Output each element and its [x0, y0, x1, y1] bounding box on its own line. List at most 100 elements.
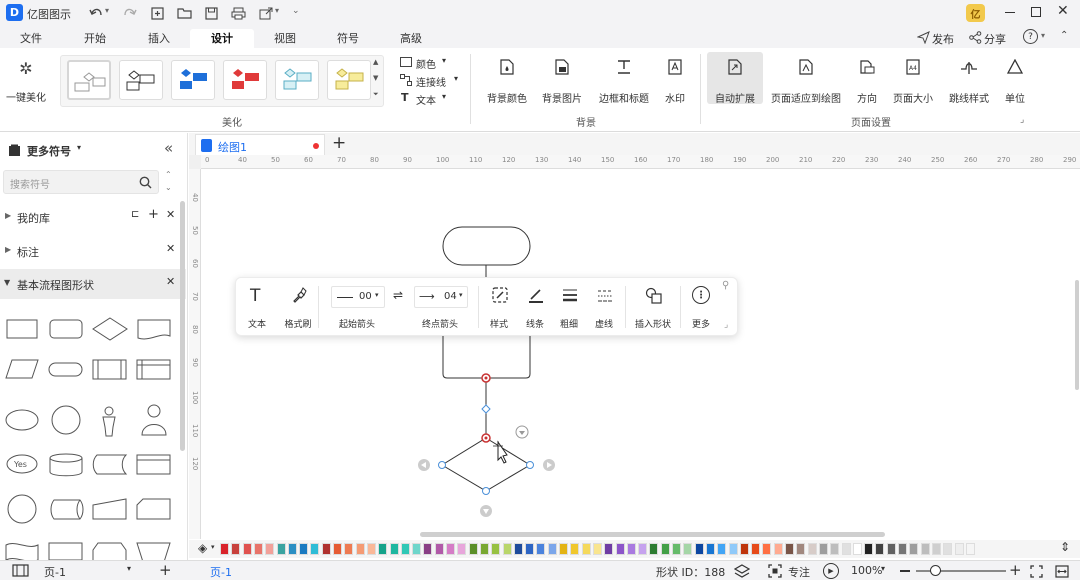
- gallery-expand-icon[interactable]: ⏷: [373, 90, 379, 99]
- quick-add-down-icon[interactable]: [480, 505, 492, 517]
- redo-icon[interactable]: [122, 5, 138, 21]
- auto-expand-button[interactable]: 自动扩展: [707, 52, 763, 105]
- tab-home[interactable]: 开始: [74, 29, 116, 48]
- fit-window-icon[interactable]: [1029, 564, 1043, 578]
- color-swatch[interactable]: [886, 543, 896, 555]
- shape-direct-access[interactable]: [50, 499, 84, 520]
- shape-card[interactable]: [136, 498, 171, 520]
- color-swatch[interactable]: [378, 543, 388, 555]
- color-swatch[interactable]: [920, 543, 930, 555]
- color-swatch[interactable]: [231, 543, 241, 555]
- color-swatch[interactable]: [412, 543, 422, 555]
- color-swatch[interactable]: [649, 543, 659, 555]
- color-swatch[interactable]: [434, 543, 444, 555]
- print-icon[interactable]: [230, 5, 246, 21]
- color-swatch[interactable]: [965, 543, 975, 555]
- minimize-icon[interactable]: [1005, 12, 1015, 13]
- close-section-icon[interactable]: ✕: [166, 275, 175, 288]
- color-swatch[interactable]: [931, 543, 941, 555]
- selection-handle[interactable]: [482, 487, 490, 495]
- color-swatch[interactable]: [502, 543, 512, 555]
- zoom-slider-handle[interactable]: [930, 565, 941, 576]
- style-thumb-2[interactable]: [119, 60, 163, 100]
- color-swatch[interactable]: [570, 543, 580, 555]
- fit-width-icon[interactable]: [1054, 564, 1069, 578]
- shape-stored-data[interactable]: [92, 454, 128, 475]
- style-thumb-3[interactable]: [171, 60, 215, 100]
- style-thumb-6[interactable]: [327, 60, 371, 100]
- focus-icon[interactable]: [767, 563, 782, 578]
- shape-ellipse[interactable]: [5, 409, 39, 431]
- tab-symbols[interactable]: 符号: [327, 29, 369, 48]
- color-swatch[interactable]: [830, 543, 840, 555]
- color-swatch[interactable]: [446, 543, 455, 555]
- direction-button[interactable]: 方向: [852, 56, 882, 105]
- user-avatar-icon[interactable]: 亿: [966, 4, 985, 22]
- background-color-button[interactable]: 背景颜色: [484, 56, 530, 105]
- color-swatch[interactable]: [276, 543, 286, 555]
- color-swatch[interactable]: [626, 543, 636, 555]
- watermark-button[interactable]: 水印: [660, 56, 690, 105]
- color-swatch[interactable]: [841, 543, 851, 555]
- export-dropdown-icon[interactable]: ▾: [275, 6, 279, 15]
- color-swatch[interactable]: [864, 543, 874, 555]
- color-swatch[interactable]: [875, 543, 885, 555]
- shape-actor[interactable]: [102, 406, 116, 437]
- color-swatch[interactable]: [581, 543, 591, 555]
- color-swatch[interactable]: [355, 543, 365, 555]
- shape-display[interactable]: [136, 454, 171, 475]
- swap-arrows-icon[interactable]: ⇌: [393, 288, 403, 302]
- pin-toolbar-icon[interactable]: ⚲: [722, 280, 729, 291]
- color-swatch[interactable]: [694, 543, 704, 555]
- shape-process[interactable]: [6, 319, 38, 339]
- publish-button[interactable]: 发布: [932, 31, 954, 47]
- undo-dropdown-icon[interactable]: ▾: [105, 6, 109, 15]
- selection-handle[interactable]: [526, 461, 534, 469]
- canvas-vertical-scrollbar[interactable]: [1075, 280, 1079, 390]
- doc-tab-drawing1[interactable]: 绘图1: [195, 134, 325, 155]
- color-swatch[interactable]: [807, 543, 817, 555]
- style-thumb-5[interactable]: [275, 60, 319, 100]
- jump-style-button[interactable]: 跳线样式: [946, 56, 992, 105]
- color-swatch[interactable]: [479, 543, 489, 555]
- color-swatch[interactable]: [299, 543, 309, 555]
- style-thumb-4[interactable]: [223, 60, 267, 100]
- more-symbols-title[interactable]: 更多符号: [27, 143, 71, 159]
- color-swatch[interactable]: [796, 543, 806, 555]
- color-swatch[interactable]: [366, 543, 376, 555]
- color-swatch[interactable]: [220, 543, 229, 555]
- fill-dropdown-icon[interactable]: ▾: [211, 543, 215, 551]
- color-swatch[interactable]: [615, 543, 625, 555]
- help-icon[interactable]: ?: [1023, 29, 1038, 44]
- import-library-icon[interactable]: ⊏: [131, 209, 139, 220]
- export-icon[interactable]: [258, 5, 274, 21]
- color-swatch[interactable]: [773, 543, 783, 555]
- shape-predefined-process[interactable]: [92, 359, 127, 380]
- color-swatch[interactable]: [785, 543, 794, 555]
- collapse-ribbon-icon[interactable]: ⌃: [1060, 30, 1068, 41]
- zoom-level[interactable]: 100%: [851, 564, 882, 577]
- color-swatch[interactable]: [762, 543, 772, 555]
- background-image-button[interactable]: 背景图片: [538, 56, 586, 105]
- color-swatch[interactable]: [592, 543, 602, 555]
- more-symbols-dropdown-icon[interactable]: ▾: [77, 143, 81, 152]
- color-swatch[interactable]: [604, 543, 614, 555]
- color-swatch[interactable]: [683, 543, 693, 555]
- page-selector-dropdown-icon[interactable]: ▾: [127, 564, 131, 573]
- color-swatch[interactable]: [739, 543, 749, 555]
- gallery-scroll-down-icon[interactable]: ▼: [373, 74, 378, 82]
- layers-icon[interactable]: [734, 563, 750, 578]
- new-doc-tab-button[interactable]: +: [332, 133, 346, 153]
- shape-box[interactable]: [48, 542, 83, 561]
- color-swatch[interactable]: [333, 543, 342, 555]
- shape-rounded-rect[interactable]: [49, 319, 83, 339]
- canvas-horizontal-scrollbar[interactable]: [420, 532, 885, 537]
- symbol-search-input[interactable]: 搜索符号: [10, 176, 50, 191]
- tab-view[interactable]: 视图: [264, 29, 306, 48]
- section-basic-flowchart[interactable]: ▼ 基本流程图形状 ✕: [0, 269, 186, 299]
- quick-access-more-icon[interactable]: ⌄: [292, 6, 300, 16]
- selection-handle[interactable]: [438, 461, 446, 469]
- shape-cylinder[interactable]: [49, 453, 83, 477]
- color-swatch[interactable]: [265, 543, 275, 555]
- color-swatch[interactable]: [559, 543, 568, 555]
